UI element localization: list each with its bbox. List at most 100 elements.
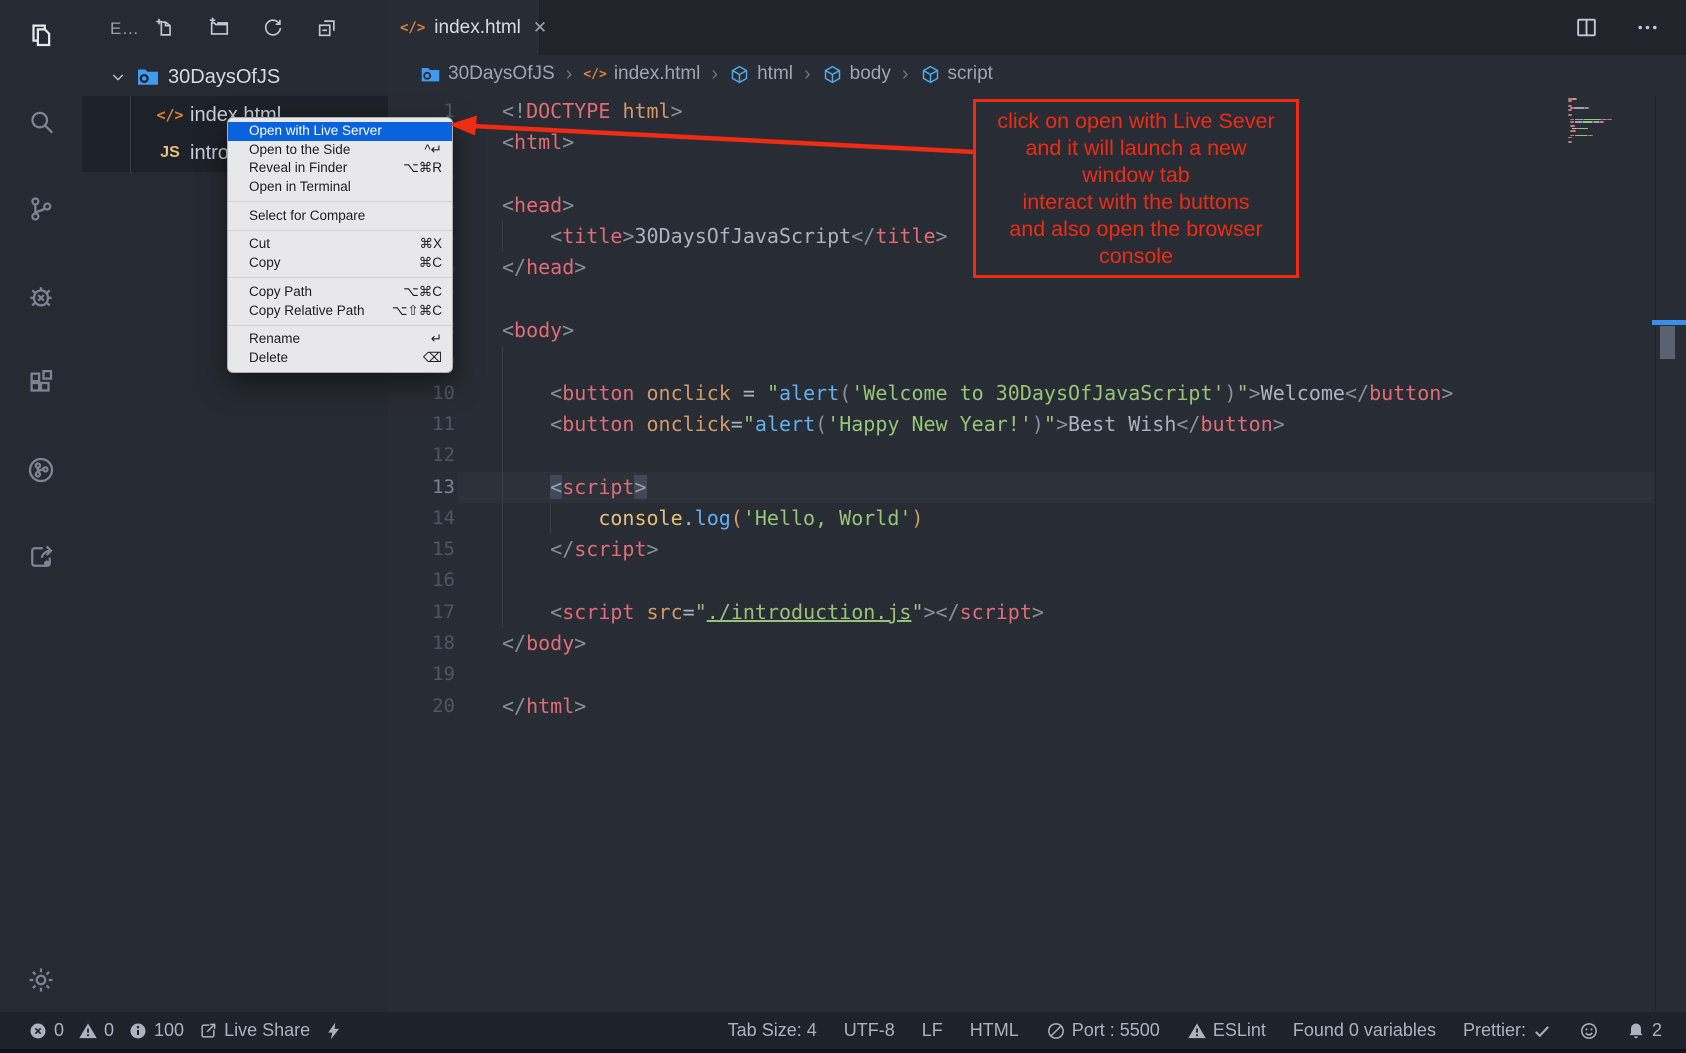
- line-content: <script>: [502, 475, 647, 499]
- activity-item-extensions[interactable]: [26, 370, 56, 400]
- code-line-14[interactable]: 14 console.log('Hello, World'): [388, 503, 1686, 534]
- folder-row-30daysofjs[interactable]: 30DaysOfJS: [82, 58, 388, 96]
- menu-item-open-to-the-side[interactable]: Open to the Side^↵: [228, 141, 452, 160]
- chevron-down-icon: [110, 69, 126, 85]
- activity-item-explorer[interactable]: [26, 22, 56, 52]
- status-smiley-indicator[interactable]: [1579, 1021, 1599, 1041]
- status-utf-8[interactable]: UTF-8: [844, 1020, 895, 1041]
- breadcrumb-item-30daysofjs[interactable]: 30DaysOfJS: [420, 63, 555, 85]
- activity-item-settings[interactable]: [26, 967, 56, 997]
- status-label: ESLint: [1213, 1020, 1266, 1041]
- line-number: 13: [388, 472, 455, 503]
- activity-item-source-control[interactable]: [26, 196, 56, 226]
- status-prettier-[interactable]: Prettier:: [1463, 1020, 1552, 1041]
- line-number: 11: [388, 409, 455, 440]
- line-number: 19: [388, 659, 455, 690]
- code-line-13[interactable]: 13 <script>: [388, 472, 1686, 503]
- code-line-9[interactable]: 9: [388, 346, 1686, 377]
- tab-index-html[interactable]: </> index.html ✕: [388, 0, 540, 55]
- code-line-18[interactable]: 18</body>: [388, 628, 1686, 659]
- status-lf[interactable]: LF: [922, 1020, 943, 1041]
- new-folder-icon[interactable]: [208, 17, 230, 39]
- status-port-5500[interactable]: Port : 5500: [1046, 1020, 1160, 1041]
- menu-item-shortcut: ⌥⌘C: [403, 283, 442, 302]
- folder-icon: [136, 65, 160, 89]
- line-number: 14: [388, 503, 455, 534]
- activity-item-search[interactable]: [26, 109, 56, 139]
- breadcrumb-item-body[interactable]: body: [822, 63, 891, 85]
- more-actions-icon[interactable]: [1635, 15, 1660, 40]
- status-html[interactable]: HTML: [970, 1020, 1019, 1041]
- annotation-note: click on open with Live Severand it will…: [973, 99, 1299, 278]
- warning-icon: [1187, 1021, 1207, 1041]
- status-0[interactable]: 0: [28, 1020, 64, 1041]
- menu-item-shortcut: ⌫: [423, 349, 442, 368]
- line-number: 12: [388, 440, 455, 471]
- slash-circle-icon: [1046, 1021, 1066, 1041]
- menu-item-delete[interactable]: Delete⌫: [228, 349, 452, 368]
- code-line-11[interactable]: 11 <button onclick="alert('Happy New Yea…: [388, 409, 1686, 440]
- code-line-17[interactable]: 17 <script src="./introduction.js"></scr…: [388, 597, 1686, 628]
- menu-item-copy-relative-path[interactable]: Copy Relative Path⌥⇧⌘C: [228, 302, 452, 321]
- menu-item-copy[interactable]: Copy⌘C: [228, 254, 452, 273]
- code-line-12[interactable]: 12: [388, 440, 1686, 471]
- status-eslint[interactable]: ESLint: [1187, 1020, 1266, 1041]
- status-0[interactable]: 0: [78, 1020, 114, 1041]
- tab-bar: </> index.html ✕: [388, 0, 1686, 55]
- breadcrumb-label: 30DaysOfJS: [448, 63, 555, 85]
- line-number: 16: [388, 565, 455, 596]
- refresh-icon[interactable]: [262, 17, 284, 39]
- explorer-actions: [154, 17, 338, 39]
- breadcrumb: 30DaysOfJS›</>index.html›html›body›scrip…: [388, 55, 1686, 93]
- menu-item-label: Open to the Side: [249, 141, 350, 160]
- split-editor-icon[interactable]: [1574, 15, 1599, 40]
- menu-item-label: Rename: [249, 330, 300, 349]
- status-live-share[interactable]: Live Share: [198, 1020, 310, 1041]
- breadcrumb-separator: ›: [564, 63, 575, 86]
- breadcrumb-item-html[interactable]: html: [729, 63, 793, 85]
- menu-separator: [228, 230, 452, 231]
- menu-item-shortcut: ⌥⇧⌘C: [392, 302, 442, 321]
- menu-item-label: Cut: [249, 235, 270, 254]
- menu-item-shortcut: ⌥⌘R: [403, 159, 442, 178]
- line-content: </head>: [502, 255, 586, 279]
- breadcrumb-item-script[interactable]: script: [920, 63, 993, 85]
- code-line-7[interactable]: 7: [388, 284, 1686, 315]
- activity-item-gitlens[interactable]: [26, 457, 56, 487]
- scrollbar-thumb[interactable]: [1660, 326, 1675, 359]
- new-file-icon[interactable]: [154, 17, 176, 39]
- minimap[interactable]: [1568, 98, 1648, 144]
- code-line-10[interactable]: 10 <button onclick = "alert('Welcome to …: [388, 378, 1686, 409]
- menu-item-rename[interactable]: Rename↵: [228, 330, 452, 349]
- menu-item-open-in-terminal[interactable]: Open in Terminal: [228, 178, 452, 197]
- status-bolt-indicator[interactable]: [324, 1021, 344, 1041]
- breadcrumb-label: script: [948, 63, 993, 85]
- close-icon[interactable]: ✕: [533, 18, 547, 38]
- code-line-16[interactable]: 16: [388, 565, 1686, 596]
- menu-item-open-with-live-server[interactable]: Open with Live Server: [228, 122, 452, 141]
- status-label: 2: [1652, 1020, 1662, 1041]
- activity-item-live-share[interactable]: [26, 544, 56, 574]
- line-content: console.log('Hello, World'): [502, 506, 923, 530]
- breadcrumb-item-index-html[interactable]: </>index.html: [583, 63, 700, 85]
- menu-item-select-for-compare[interactable]: Select for Compare: [228, 207, 452, 226]
- breadcrumb-separator: ›: [900, 63, 911, 86]
- collapse-all-icon[interactable]: [316, 17, 338, 39]
- line-content: </body>: [502, 631, 586, 655]
- status-label: UTF-8: [844, 1020, 895, 1041]
- activity-item-run-debug[interactable]: [26, 283, 56, 313]
- menu-item-cut[interactable]: Cut⌘X: [228, 235, 452, 254]
- code-line-15[interactable]: 15 </script>: [388, 534, 1686, 565]
- status-found-0-variables[interactable]: Found 0 variables: [1293, 1020, 1436, 1041]
- menu-item-reveal-in-finder[interactable]: Reveal in Finder⌥⌘R: [228, 159, 452, 178]
- status-100[interactable]: 100: [128, 1020, 184, 1041]
- code-line-19[interactable]: 19: [388, 659, 1686, 690]
- code-line-8[interactable]: 8<body>: [388, 315, 1686, 346]
- status-2[interactable]: 2: [1626, 1020, 1662, 1041]
- status-tab-size-4[interactable]: Tab Size: 4: [728, 1020, 817, 1041]
- activity-bar: [0, 0, 82, 1053]
- code-line-20[interactable]: 20</html>: [388, 691, 1686, 722]
- menu-item-copy-path[interactable]: Copy Path⌥⌘C: [228, 283, 452, 302]
- menu-item-label: Select for Compare: [249, 207, 365, 226]
- annotation-text-line: interact with the buttons: [1022, 189, 1249, 216]
